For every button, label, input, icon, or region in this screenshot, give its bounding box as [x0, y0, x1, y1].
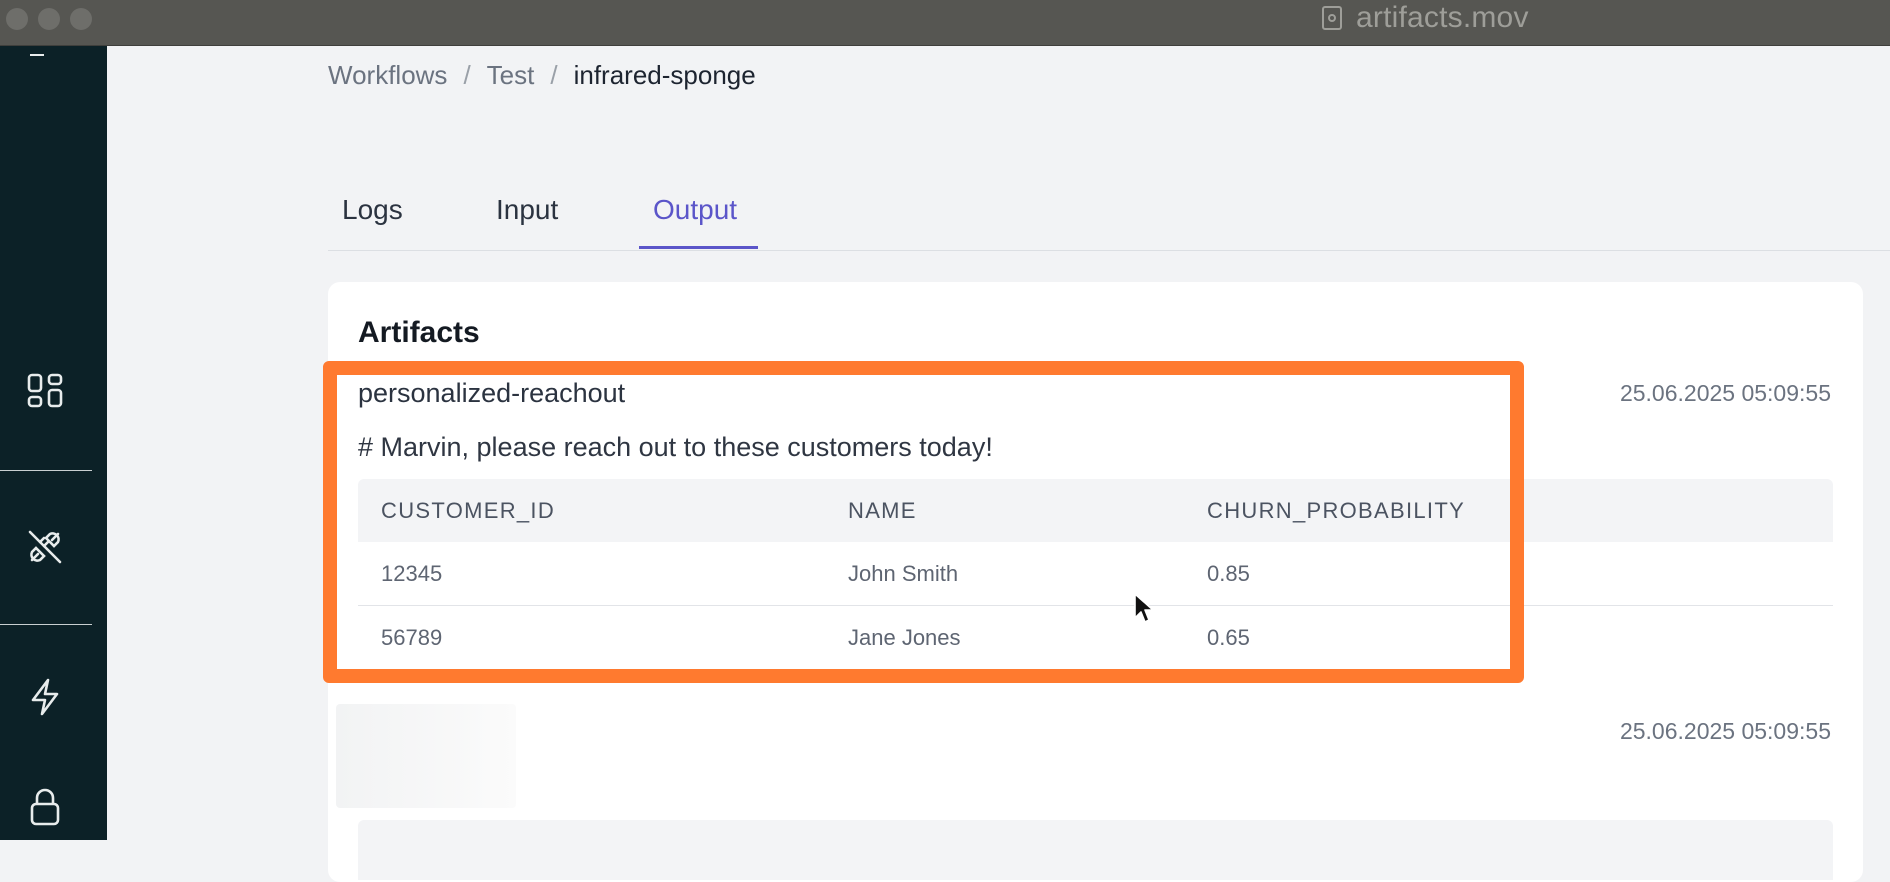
sidebar-divider: [0, 624, 92, 625]
artifact-timestamp: 25.06.2025 05:09:55: [1619, 718, 1831, 744]
breadcrumb-separator: /: [463, 60, 471, 90]
artifacts-card: Artifacts personalized-reachout 25.06.20…: [328, 282, 1863, 882]
dashboard-icon[interactable]: [24, 370, 66, 412]
breadcrumb-workflows[interactable]: Workflows: [328, 60, 447, 91]
video-file-icon: [1322, 6, 1342, 30]
artifacts-heading: Artifacts: [358, 316, 480, 349]
column-header: CHURN_PROBABILITY: [1184, 479, 1833, 542]
menu-icon[interactable]: [30, 46, 44, 56]
window-title-text: artifacts.mov: [1356, 1, 1529, 34]
breadcrumb-separator: /: [550, 60, 558, 90]
artifact-table-header: [358, 820, 1833, 880]
active-tab-indicator: [639, 246, 758, 249]
zoom-window-button[interactable]: [70, 8, 92, 30]
tab-output[interactable]: Output: [653, 194, 737, 226]
table-row: 12345 John Smith 0.85: [358, 542, 1833, 606]
artifact-timestamp: 25.06.2025 05:09:55: [1619, 380, 1831, 406]
window-titlebar: artifacts.mov: [0, 0, 1890, 46]
table-cell: 0.65: [1207, 624, 1250, 650]
table-cell: 12345: [358, 542, 825, 606]
table-row: 56789 Jane Jones 0.65: [358, 606, 1833, 670]
breadcrumb: Workflows / Test / infrared-sponge: [328, 60, 756, 91]
artifact-table: CUSTOMER_ID NAME CHURN_PROBABILITY 12345…: [358, 479, 1833, 669]
artifact-name: personalized-reachout: [358, 378, 626, 408]
table-cell: 0.85: [1184, 542, 1833, 606]
mouse-cursor-icon: [1134, 593, 1154, 623]
table-header-row: CUSTOMER_ID NAME CHURN_PROBABILITY: [358, 479, 1833, 542]
sidebar-divider: [0, 470, 92, 471]
column-header: NAME: [825, 479, 1184, 542]
minimize-window-button[interactable]: [38, 8, 60, 30]
tab-logs[interactable]: Logs: [342, 194, 403, 226]
blurred-artifact-name: [336, 704, 516, 808]
sidebar: [0, 46, 107, 840]
lock-icon[interactable]: [24, 786, 66, 828]
breadcrumb-current: infrared-sponge: [573, 60, 756, 90]
close-window-button[interactable]: [6, 8, 28, 30]
artifact-description: # Marvin, please reach out to these cust…: [358, 432, 993, 462]
tab-bar: Logs Input Output: [328, 190, 1890, 251]
table-cell: 56789: [381, 624, 443, 650]
breadcrumb-test[interactable]: Test: [487, 60, 535, 91]
window-title: artifacts.mov: [1322, 1, 1529, 34]
lightning-icon[interactable]: [24, 676, 66, 718]
table-cell: Jane Jones: [848, 624, 961, 650]
table-cell: John Smith: [825, 542, 1184, 606]
column-header: CUSTOMER_ID: [358, 479, 825, 542]
plug-disconnected-icon[interactable]: [24, 526, 66, 568]
tab-input[interactable]: Input: [496, 194, 558, 226]
